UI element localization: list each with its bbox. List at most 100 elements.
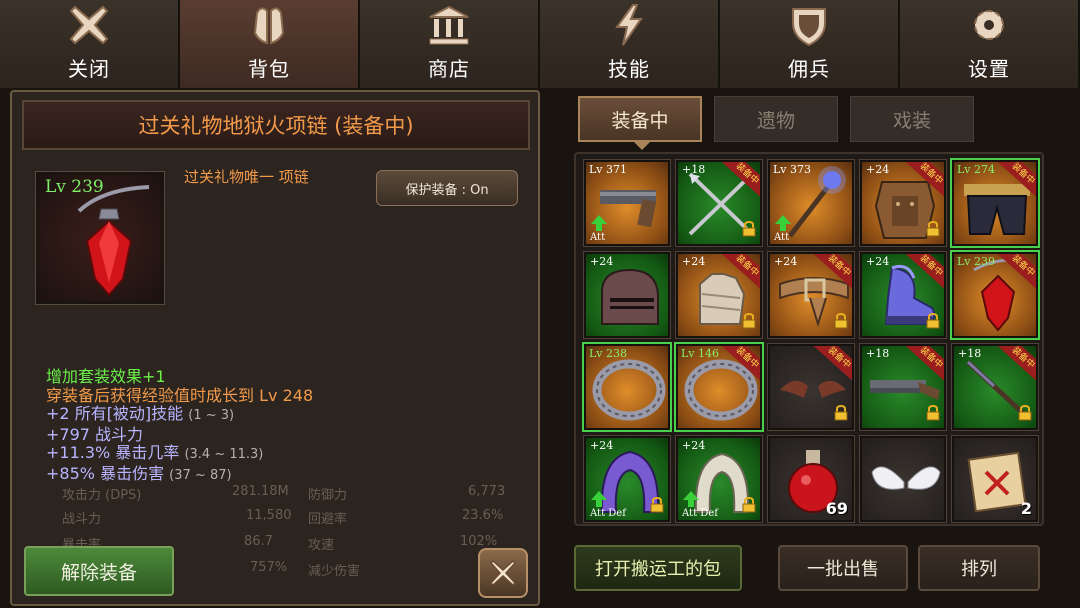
inventory-slot[interactable]: +24 装备中 bbox=[859, 251, 947, 339]
close-detail-button[interactable] bbox=[478, 548, 528, 598]
item-detail-panel: 过关礼物地狱火项链 (装备中) Lv 239 过关礼物唯一 项链 保护装备 : … bbox=[10, 90, 540, 606]
slot-enhance: +18 bbox=[866, 347, 890, 360]
open-porter-bag-button[interactable]: 打开搬运工的包 bbox=[574, 545, 742, 591]
lock-icon bbox=[742, 220, 756, 241]
inventory-slot[interactable]: Lv 239 装备中 bbox=[950, 250, 1040, 340]
inventory-subtabs: 装备中 遗物 戏装 bbox=[578, 96, 974, 142]
inventory-grid: Lv 371 Att +18 装备中 Lv 373 Att +24 装备中 Lv 274 装备中 +… bbox=[574, 152, 1044, 526]
faded-stat-value: 11,580 bbox=[246, 508, 292, 523]
growth-text: 穿装备后获得经验值时成长到 bbox=[46, 385, 255, 405]
lock-icon bbox=[834, 312, 848, 333]
tab-backpack[interactable]: 背包 bbox=[180, 0, 360, 88]
close-x-icon bbox=[489, 559, 517, 587]
faded-stat-value: 102% bbox=[460, 534, 498, 549]
inventory-slot[interactable]: 装备中 bbox=[767, 343, 855, 431]
stat-name: 战斗力 bbox=[95, 424, 144, 444]
inventory-slot[interactable] bbox=[859, 435, 947, 523]
subtab-costumes[interactable]: 戏装 bbox=[850, 96, 974, 142]
slot-enhance: +24 bbox=[774, 255, 798, 268]
tab-skills-label: 技能 bbox=[608, 57, 650, 81]
unequip-button[interactable]: 解除装备 bbox=[24, 546, 174, 596]
inventory-slot[interactable]: Lv 373 Att bbox=[767, 159, 855, 247]
inventory-slot[interactable]: +18 装备中 bbox=[951, 343, 1039, 431]
inventory-slot[interactable]: Lv 274 装备中 bbox=[950, 158, 1040, 248]
slot-enhance: +18 bbox=[682, 163, 706, 176]
stat-line: +797 战斗力 bbox=[46, 424, 313, 445]
inventory-slot[interactable]: +24 bbox=[583, 251, 671, 339]
tab-mercenary-label: 佣兵 bbox=[788, 57, 830, 81]
faded-stat-value: 23.6% bbox=[462, 508, 504, 523]
tab-settings-label: 设置 bbox=[968, 57, 1010, 81]
red-gem-necklace-icon bbox=[77, 185, 150, 297]
shop-building-icon bbox=[423, 1, 475, 49]
protect-equipment-toggle[interactable]: 保护装备 : On bbox=[376, 170, 518, 206]
backpack-icon bbox=[243, 1, 295, 49]
upgrade-arrow-icon bbox=[775, 215, 791, 231]
faded-stat-value: 6,773 bbox=[468, 484, 506, 499]
inventory-slot[interactable]: +24 装备中 bbox=[859, 159, 947, 247]
inventory-slot[interactable]: +24 Att Def bbox=[675, 435, 763, 523]
growth-line: 穿装备后获得经验值时成长到 Lv 248 bbox=[46, 385, 314, 406]
item-level: Lv 239 bbox=[45, 177, 104, 197]
stat-value: +11.3% bbox=[46, 443, 111, 462]
tab-mercenary[interactable]: 佣兵 bbox=[720, 0, 900, 88]
stat-range: (1 ~ 3) bbox=[188, 408, 235, 423]
slot-level: Lv 371 bbox=[589, 163, 628, 176]
slot-level: Lv 238 bbox=[589, 347, 628, 360]
close-x-icon bbox=[63, 1, 115, 49]
slot-enhance: +24 bbox=[682, 255, 706, 268]
slot-count: 69 bbox=[825, 499, 848, 518]
faded-stat-value: 86.7 bbox=[244, 534, 273, 549]
slot-enhance: +24 bbox=[866, 163, 890, 176]
growth-level: Lv 248 bbox=[259, 385, 314, 405]
lock-icon bbox=[1018, 404, 1032, 425]
slot-tag: Att Def bbox=[682, 508, 718, 519]
faded-stat-label: 攻击力 (DPS) bbox=[62, 488, 142, 503]
subtab-equipped[interactable]: 装备中 bbox=[578, 96, 702, 142]
tab-close[interactable]: 关闭 bbox=[0, 0, 180, 88]
subtab-relics[interactable]: 遗物 bbox=[714, 96, 838, 142]
inventory-slot[interactable]: +18 装备中 bbox=[675, 159, 763, 247]
lock-icon bbox=[926, 404, 940, 425]
item-title: 过关礼物地狱火项链 (装备中) bbox=[138, 114, 414, 138]
item-title-bar: 过关礼物地狱火项链 (装备中) bbox=[22, 100, 530, 150]
shield-icon bbox=[783, 1, 835, 49]
tab-skills[interactable]: 技能 bbox=[540, 0, 720, 88]
slot-level: Lv 373 bbox=[773, 163, 812, 176]
stat-line: +85% 暴击伤害 (37 ~ 87) bbox=[46, 463, 313, 486]
faded-stat-label: 防御力 bbox=[308, 488, 348, 503]
upgrade-arrow-icon bbox=[683, 491, 699, 507]
stat-line: +11.3% 暴击几率 (3.4 ~ 11.3) bbox=[46, 443, 313, 465]
tab-settings[interactable]: 设置 bbox=[900, 0, 1080, 88]
inventory-slot[interactable]: +24 Att Def bbox=[583, 435, 671, 523]
slot-level: Lv 239 bbox=[957, 255, 996, 268]
inventory-slot[interactable]: +18 装备中 bbox=[859, 343, 947, 431]
inventory-slot[interactable]: 69 bbox=[767, 435, 855, 523]
slot-enhance: +24 bbox=[590, 255, 614, 268]
faded-stat-value: 757% bbox=[250, 560, 288, 575]
set-bonus-label: 增加套装效果 bbox=[46, 367, 143, 386]
faded-stat-label: 战斗力 bbox=[62, 512, 102, 527]
stat-value: +797 bbox=[46, 424, 90, 444]
inventory-slot[interactable]: Lv 146 装备中 bbox=[674, 342, 764, 432]
inventory-slot[interactable]: 2 bbox=[951, 435, 1039, 523]
lock-icon bbox=[742, 496, 756, 517]
stat-name: 暴击伤害 bbox=[100, 463, 165, 483]
upgrade-arrow-icon bbox=[591, 491, 607, 507]
slot-tag: Att bbox=[590, 232, 606, 243]
stat-line: +2 所有[被动]技能 (1 ~ 3) bbox=[46, 404, 313, 426]
stat-value: +85% bbox=[46, 463, 95, 483]
bulk-sell-button[interactable]: 一批出售 bbox=[778, 545, 908, 591]
item-portrait: Lv 239 bbox=[35, 171, 165, 305]
item-type-label: 过关礼物唯一 项链 bbox=[184, 168, 309, 186]
sort-button[interactable]: 排列 bbox=[918, 545, 1040, 591]
inventory-slot[interactable]: Lv 238 bbox=[582, 342, 672, 432]
tab-shop-label: 商店 bbox=[428, 57, 470, 81]
tab-close-label: 关闭 bbox=[68, 57, 110, 81]
inventory-slot[interactable]: Lv 371 Att bbox=[583, 159, 671, 247]
slot-enhance: +18 bbox=[958, 347, 982, 360]
stat-range: (3.4 ~ 11.3) bbox=[184, 447, 264, 462]
tab-shop[interactable]: 商店 bbox=[360, 0, 540, 88]
inventory-slot[interactable]: +24 装备中 bbox=[675, 251, 763, 339]
inventory-slot[interactable]: +24 装备中 bbox=[767, 251, 855, 339]
